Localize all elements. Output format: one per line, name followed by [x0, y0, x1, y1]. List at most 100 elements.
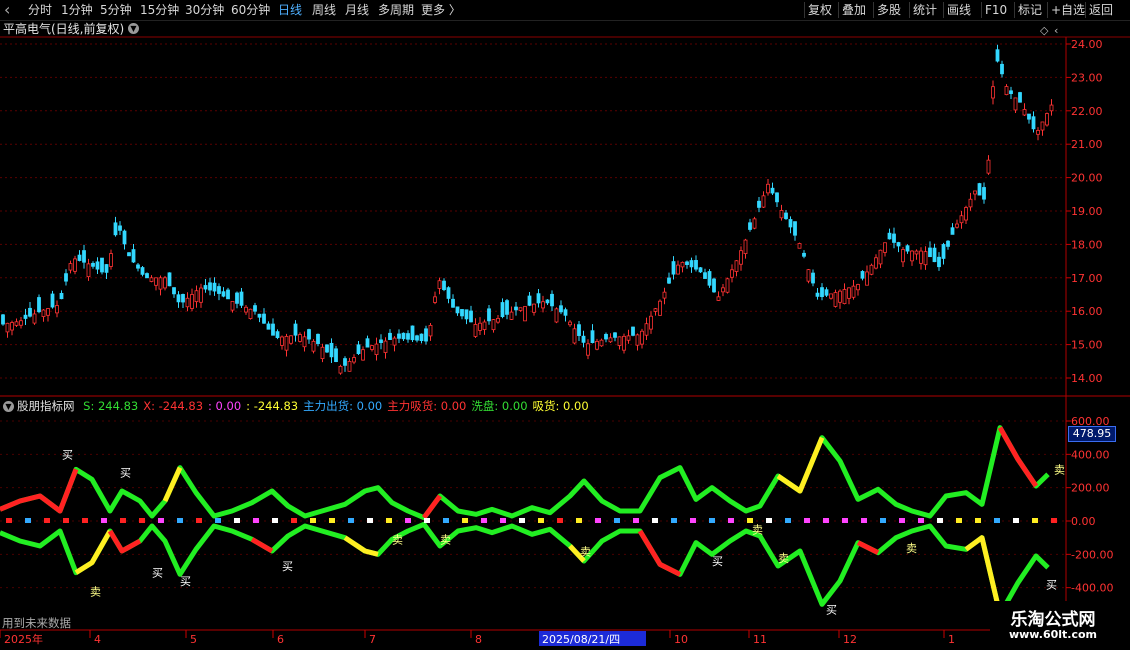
candle-body: [640, 330, 644, 345]
candle-body: [775, 192, 779, 203]
price-tick-label: 14.00: [1071, 372, 1103, 385]
chevron-left-icon: ‹: [1054, 24, 1058, 37]
indicator-X-line: [107, 529, 142, 554]
zero-line-marker: [44, 518, 50, 523]
candle-body: [514, 306, 518, 311]
candle-body: [1045, 113, 1049, 126]
readout-7: 吸货: 0.00: [532, 399, 589, 413]
price-tick-label: 21.00: [1071, 138, 1103, 151]
zero-line-marker: [823, 518, 829, 523]
toolbar-button-4[interactable]: 画线: [947, 0, 971, 20]
price-tick-label: 15.00: [1071, 339, 1103, 352]
candle-body: [374, 343, 379, 356]
candle-body: [136, 264, 140, 269]
candle-body: [698, 267, 703, 273]
candle-body: [428, 324, 433, 337]
candle-body: [509, 311, 514, 320]
candlesticks: [1, 44, 1054, 375]
indicator-X-line: [637, 529, 682, 577]
candle-body: [941, 244, 946, 259]
candle-body: [266, 323, 271, 330]
candle-body: [392, 337, 397, 346]
toolbar-button-8[interactable]: 返回: [1089, 0, 1113, 20]
candle-body: [410, 325, 415, 341]
candle-body: [230, 300, 235, 311]
diamond-icon: ◇: [1040, 24, 1049, 37]
candle-body: [986, 159, 991, 174]
candle-body: [734, 260, 739, 272]
candle-body: [5, 322, 10, 333]
date-label: 1: [948, 633, 955, 646]
candle-body: [779, 210, 784, 219]
period-tab-3[interactable]: 15分钟: [140, 0, 179, 20]
zero-line-marker: [348, 518, 354, 523]
candle-body: [572, 328, 577, 344]
price-axis: 24.00 23.00 22.00 21.00 20.00 19.00 18.00 17.00…: [0, 24, 1113, 646]
candle-body: [842, 289, 847, 305]
date-label: 8: [475, 633, 482, 646]
candle-body: [982, 187, 986, 200]
candle-body: [271, 323, 275, 336]
candle-body: [622, 335, 626, 351]
candle-body: [14, 321, 19, 326]
sell-signal: 卖: [778, 552, 789, 565]
zero-line-marker: [576, 518, 582, 523]
toolbar-button-3[interactable]: 统计: [913, 0, 937, 20]
candle-body: [658, 300, 662, 316]
zero-line-marker: [747, 518, 753, 523]
candle-body: [833, 292, 838, 307]
buy-signal: 买: [120, 467, 131, 480]
candle-body: [298, 334, 302, 342]
candle-body: [172, 287, 176, 295]
period-tab-0[interactable]: 分时: [28, 0, 52, 20]
candle-body: [703, 272, 707, 279]
period-tab-4[interactable]: 30分钟: [185, 0, 224, 20]
candle-body: [293, 323, 298, 336]
collapse-icon[interactable]: ▼: [3, 401, 14, 412]
candle-body: [730, 269, 734, 278]
buy-signal: 买: [1046, 578, 1057, 591]
future-data-note: 用到未来数据: [2, 616, 71, 630]
chevron-down-icon[interactable]: ▼: [128, 23, 139, 34]
toolbar-button-6[interactable]: 标记: [1018, 0, 1042, 20]
period-tab-10[interactable]: 更多 〉: [421, 0, 461, 20]
period-tab-5[interactable]: 60分钟: [231, 0, 270, 20]
candle-body: [883, 242, 887, 253]
price-tick-label: 24.00: [1071, 38, 1103, 51]
candle-body: [554, 308, 559, 323]
candle-body: [541, 301, 545, 309]
readout-2: : 0.00: [208, 399, 242, 413]
period-tab-8[interactable]: 月线: [345, 0, 369, 20]
period-tab-2[interactable]: 5分钟: [100, 0, 132, 20]
back-arrow-icon[interactable]: ‹: [4, 0, 10, 20]
period-tab-6[interactable]: 日线: [278, 0, 302, 20]
readout-4: 主力出货: 0.00: [303, 399, 383, 413]
period-toolbar: 分时 1分钟 5分钟 15分钟 30分钟 60分钟 日线 周线 月线 多周期 更多 〉 ‹ 复权 叠加 多股…: [0, 0, 1130, 21]
toolbar-button-5[interactable]: F10: [985, 0, 1007, 20]
period-tab-1[interactable]: 1分钟: [61, 0, 93, 20]
candle-body: [437, 280, 442, 289]
period-tab-7[interactable]: 周线: [312, 0, 336, 20]
candle-body: [127, 252, 131, 257]
period-tab-9[interactable]: 多周期: [378, 0, 414, 20]
candle-body: [532, 303, 536, 313]
candle-body: [167, 272, 172, 287]
candle-body: [109, 253, 113, 267]
candle-body: [32, 313, 37, 324]
indicator-name: 股朋指标网: [17, 399, 75, 413]
zero-line-marker: [1013, 518, 1019, 523]
candle-body: [1004, 86, 1009, 96]
candle-body: [590, 330, 595, 343]
toolbar-button-1[interactable]: 叠加: [842, 0, 866, 20]
toolbar-button-7[interactable]: +自选: [1051, 0, 1085, 20]
readout-0: S: 244.83: [83, 399, 139, 413]
zero-line-marker: [899, 518, 905, 523]
candle-body: [208, 282, 212, 291]
candle-body: [667, 277, 671, 284]
toolbar-button-2[interactable]: 多股: [877, 0, 901, 20]
candle-body: [320, 346, 325, 360]
zero-line-marker: [538, 518, 544, 523]
zero-line-marker: [709, 518, 715, 523]
toolbar-button-0[interactable]: 复权: [808, 0, 832, 20]
candle-body: [581, 335, 586, 343]
